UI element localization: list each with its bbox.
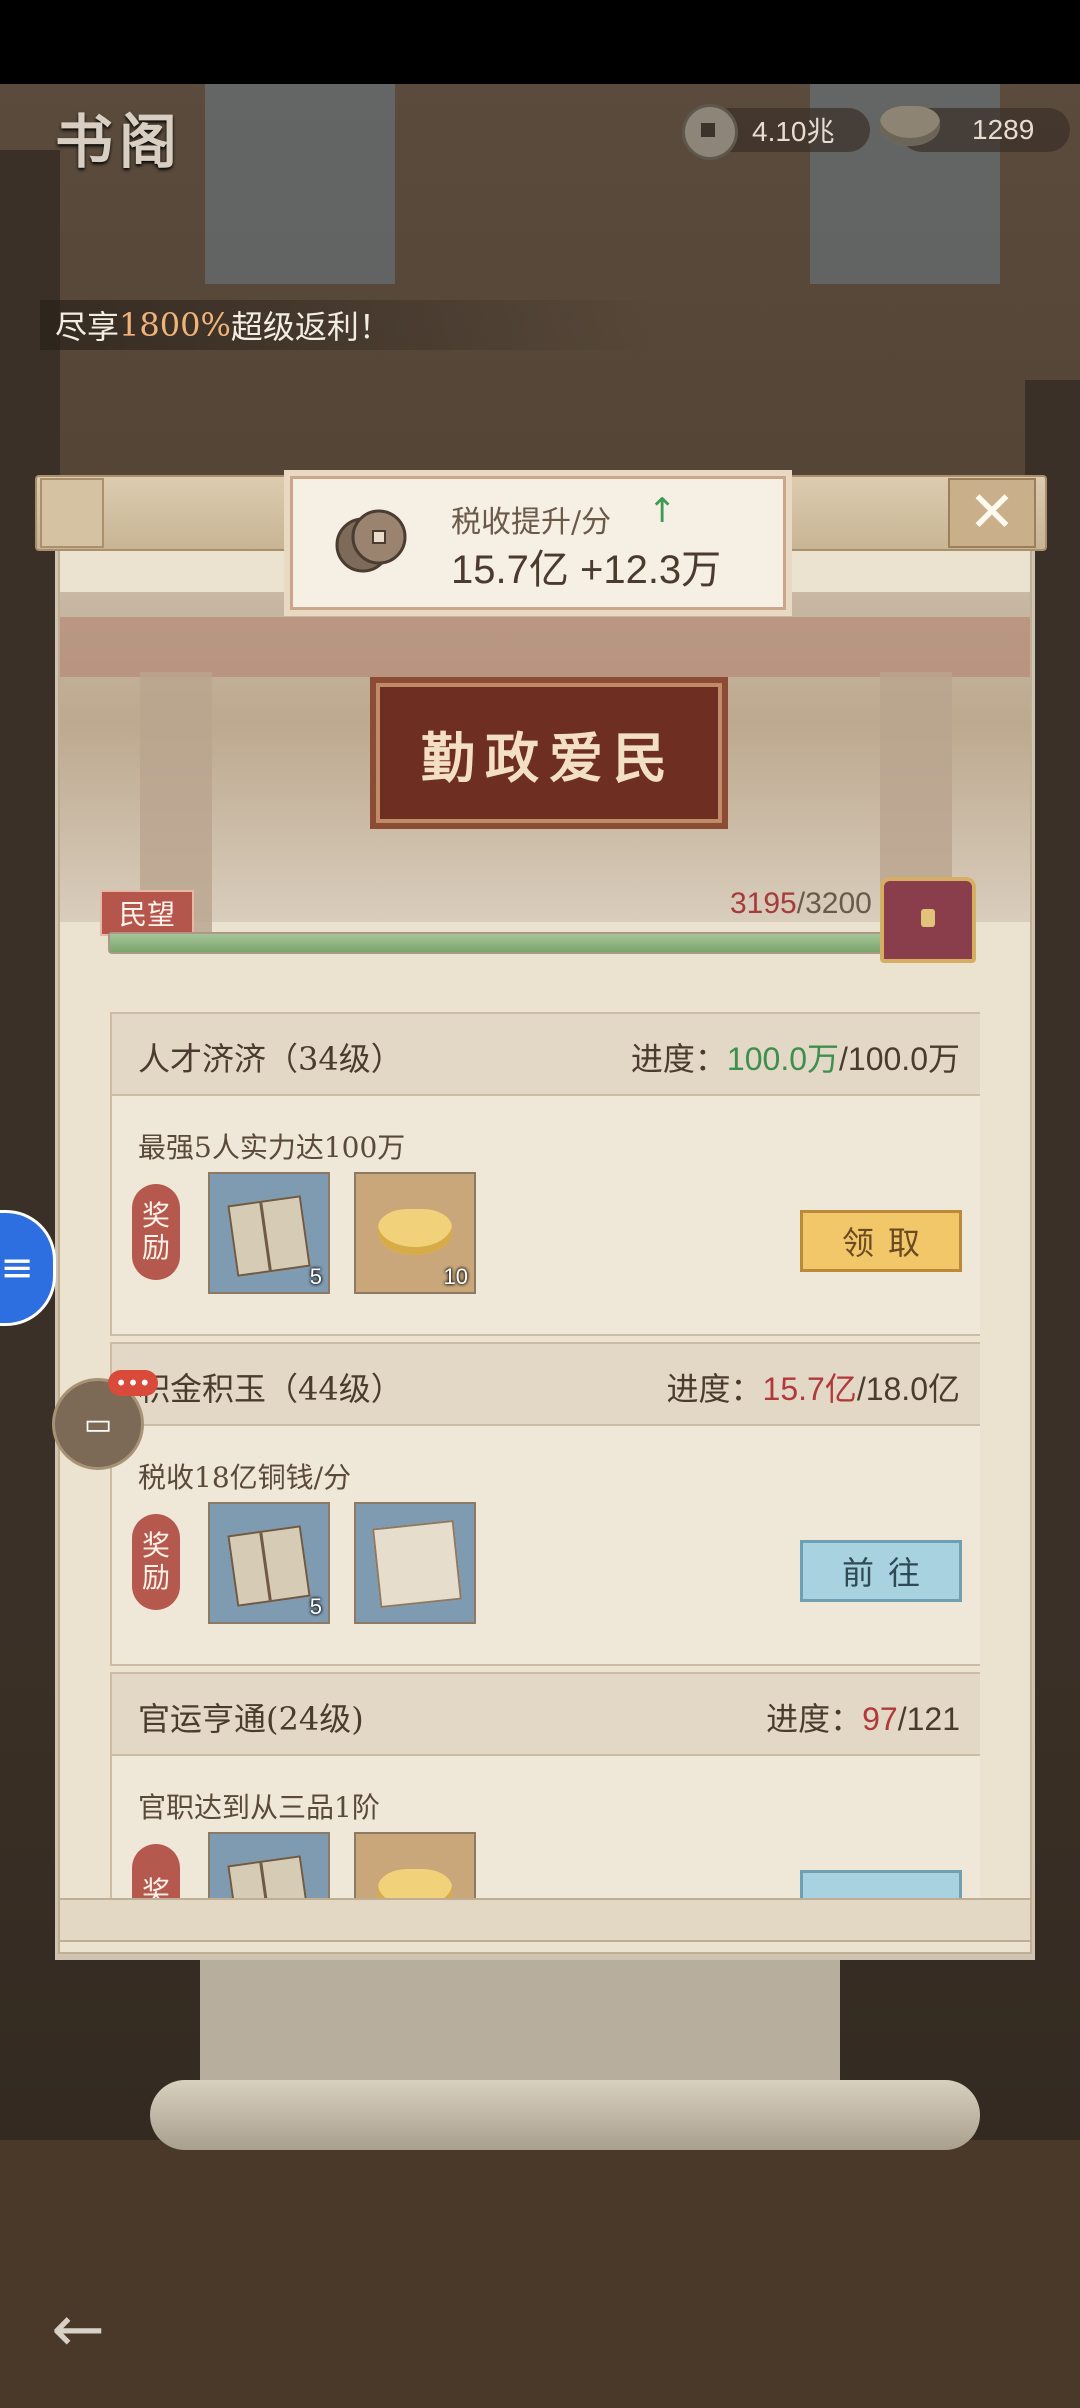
task-description: 官职达到从三品1阶 — [138, 1791, 380, 1824]
progress-max: /18.0亿 — [856, 1371, 960, 1407]
progress-current: 97 — [862, 1701, 898, 1737]
promo-banner[interactable]: 尽享 1800% 超级返利！ — [40, 300, 655, 350]
progress-current: 100.0万 — [726, 1041, 840, 1077]
task-header: 人才济济（34级） 进度：100.0万/100.0万 — [112, 1014, 980, 1096]
reward-item-scroll[interactable] — [354, 1502, 476, 1624]
item-count: 10 — [443, 1264, 468, 1289]
treasure-chest-icon[interactable] — [880, 877, 976, 963]
assistant-icon: ≡ — [0, 1245, 34, 1291]
chest-lock — [921, 909, 935, 927]
banner-prefix: 尽享 — [55, 308, 120, 346]
task-description: 税收18亿铜钱/分 — [138, 1461, 352, 1494]
book-icon — [227, 1525, 311, 1607]
book-icon — [227, 1195, 311, 1277]
progress-label: 进度： — [766, 1700, 863, 1738]
reward-item-ingot[interactable]: 10 — [354, 1172, 476, 1294]
ingot-value: 1289 — [972, 114, 1035, 145]
document-icon — [372, 1519, 462, 1609]
task-panel: 勤政爱民 民望 3195/3200 人才济济（34级） 进度：100.0万/10… — [58, 510, 1032, 1954]
item-count: 5 — [309, 1264, 322, 1289]
go-button[interactable]: 前往 — [800, 1540, 962, 1602]
reward-tag-char: 奖 — [141, 1528, 170, 1562]
tax-card: 税收提升/分 ↑ 15.7亿 +12.3万 — [290, 476, 786, 610]
task-card: 积金积玉（44级） 进度：15.7亿/18.0亿 税收18亿铜钱/分 奖励 5 … — [110, 1342, 980, 1666]
copper-value: 4.10兆 — [752, 116, 835, 147]
reputation-progress-bar — [108, 932, 952, 954]
gold-ingot-icon — [378, 1209, 452, 1255]
background-shelf — [0, 150, 60, 1650]
plaque-text: 勤政爱民 — [421, 725, 677, 790]
close-button[interactable]: ✕ — [948, 478, 1036, 548]
reward-tag-char: 励 — [141, 1561, 170, 1594]
reputation-max: /3200 — [796, 887, 872, 920]
task-name: 积金积玉（44级） — [138, 1370, 403, 1408]
panel-bottom-edge — [58, 1898, 1032, 1942]
background-floor — [0, 2140, 1080, 2408]
tax-label: 税收提升/分 — [451, 505, 612, 540]
reward-tag: 奖励 — [132, 1514, 180, 1610]
task-name: 人才济济（34级） — [138, 1040, 403, 1078]
status-bar — [0, 0, 1080, 84]
reputation-value: 3195/3200 — [730, 887, 872, 921]
task-description: 最强5人实力达100万 — [138, 1131, 406, 1164]
task-name: 官运亨通(24级) — [138, 1700, 364, 1738]
reward-tag: 奖励 — [132, 1184, 180, 1280]
copper-coins-icon — [335, 509, 407, 573]
up-arrow-icon: ↑ — [648, 491, 677, 531]
page-title: 书阁 — [55, 108, 184, 176]
task-list[interactable]: 人才济济（34级） 进度：100.0万/100.0万 最强5人实力达100万 奖… — [110, 1012, 980, 1912]
item-count: 5 — [309, 1594, 322, 1619]
task-card: 官运亨通(24级) 进度：97/121 官职达到从三品1阶 奖 — [110, 1672, 980, 1912]
banner-suffix: 超级返利！ — [230, 308, 391, 346]
chat-badge: ••• — [108, 1370, 158, 1396]
plaque: 勤政爱民 — [370, 677, 728, 829]
copper-coin-icon — [682, 104, 738, 160]
background-pillar — [205, 84, 395, 284]
task-header: 积金积玉（44级） 进度：15.7亿/18.0亿 — [112, 1344, 980, 1426]
back-arrow-icon: ← — [51, 2293, 105, 2367]
background-scroll-roll — [150, 2080, 980, 2150]
banner-highlight: 1800% — [119, 306, 231, 344]
reputation-current: 3195 — [730, 887, 797, 920]
task-card: 人才济济（34级） 进度：100.0万/100.0万 最强5人实力达100万 奖… — [110, 1012, 980, 1336]
tax-value: 15.7亿 +12.3万 — [451, 548, 722, 592]
progress-current: 15.7亿 — [762, 1371, 857, 1407]
reputation-label: 民望 — [100, 890, 194, 936]
progress-label: 进度： — [630, 1040, 727, 1078]
reputation-progress-fill — [110, 934, 949, 952]
task-progress: 进度：97/121 — [766, 1694, 960, 1740]
reward-item-book[interactable]: 5 — [208, 1172, 330, 1294]
gate-beam — [60, 617, 1030, 677]
progress-label: 进度： — [666, 1370, 763, 1408]
rod-cap — [40, 478, 104, 548]
progress-max: /100.0万 — [839, 1041, 960, 1077]
close-icon: ✕ — [968, 480, 1016, 545]
back-button[interactable]: ← — [38, 2290, 118, 2370]
chat-bubble-icon: ▭ — [83, 1406, 113, 1442]
reward-item-book[interactable]: 5 — [208, 1502, 330, 1624]
task-progress: 进度：15.7亿/18.0亿 — [667, 1364, 961, 1410]
progress-max: /121 — [897, 1701, 960, 1737]
reward-tag-char: 励 — [141, 1231, 170, 1264]
task-progress: 进度：100.0万/100.0万 — [631, 1034, 960, 1080]
task-header: 官运亨通(24级) 进度：97/121 — [112, 1674, 980, 1756]
claim-button[interactable]: 领取 — [800, 1210, 962, 1272]
reward-tag-char: 奖 — [141, 1198, 170, 1232]
gold-ingot-icon — [880, 106, 940, 146]
